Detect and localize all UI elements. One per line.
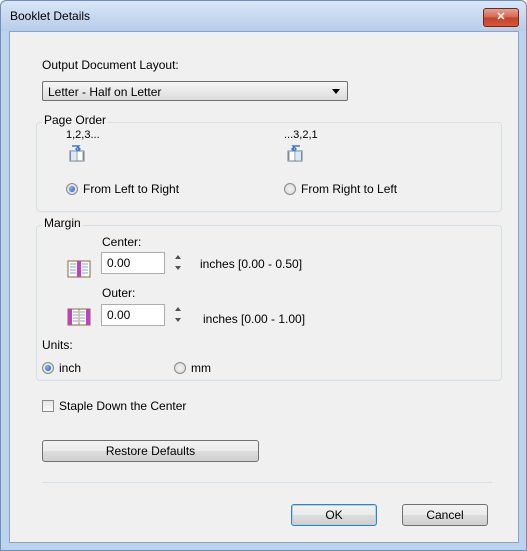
cancel-button[interactable]: Cancel <box>402 504 488 526</box>
book-ltr-icon <box>69 145 85 162</box>
page-order-title: Page Order <box>42 113 109 127</box>
ltr-label[interactable]: From Left to Right <box>83 182 179 196</box>
units-mm-label[interactable]: mm <box>191 361 211 375</box>
booklet-details-dialog: Booklet Details ✕ Output Document Layout… <box>0 0 527 551</box>
close-icon: ✕ <box>496 11 506 23</box>
center-margin-input[interactable]: 0.00 <box>101 252 165 274</box>
dialog-title: Booklet Details <box>10 9 91 23</box>
page-order-group <box>36 122 502 212</box>
restore-defaults-button[interactable]: Restore Defaults <box>42 440 259 462</box>
units-inch-radio[interactable] <box>42 362 54 374</box>
staple-checkbox[interactable] <box>42 400 54 412</box>
ok-button[interactable]: OK <box>291 504 377 526</box>
chevron-down-icon <box>332 89 340 94</box>
dialog-body: Output Document Layout: Letter - Half on… <box>9 31 519 543</box>
center-margin-stepper[interactable] <box>172 252 185 274</box>
outer-margin-input[interactable]: 0.00 <box>101 304 165 326</box>
units-mm-radio[interactable] <box>174 362 186 374</box>
outer-range-label: inches [0.00 - 1.00] <box>203 312 306 326</box>
staple-label[interactable]: Staple Down the Center <box>59 399 186 413</box>
units-inch-label[interactable]: inch <box>59 361 81 375</box>
output-layout-label: Output Document Layout: <box>42 58 179 72</box>
spin-down-icon[interactable] <box>175 318 181 322</box>
divider <box>42 482 492 483</box>
close-button[interactable]: ✕ <box>483 8 519 27</box>
book-rtl-icon <box>287 145 303 162</box>
center-range-label: inches [0.00 - 0.50] <box>200 257 303 271</box>
margin-title: Margin <box>42 216 83 230</box>
spin-up-icon[interactable] <box>175 307 181 311</box>
rtl-radio[interactable] <box>284 183 296 195</box>
outer-margin-stepper[interactable] <box>172 304 185 326</box>
ltr-sequence-label: 1,2,3... <box>66 129 100 141</box>
title-bar[interactable]: Booklet Details ✕ <box>1 1 526 31</box>
spin-down-icon[interactable] <box>175 266 181 270</box>
center-margin-icon <box>67 260 91 278</box>
center-label: Center: <box>102 235 142 249</box>
rtl-label[interactable]: From Right to Left <box>301 182 397 196</box>
outer-label: Outer: <box>102 286 136 300</box>
outer-margin-icon <box>67 308 91 326</box>
units-label: Units: <box>42 338 73 352</box>
output-layout-select[interactable]: Letter - Half on Letter <box>42 81 348 101</box>
ltr-radio[interactable] <box>66 183 78 195</box>
rtl-sequence-label: ...3,2,1 <box>284 129 318 141</box>
output-layout-value: Letter - Half on Letter <box>48 85 162 99</box>
spin-up-icon[interactable] <box>175 255 181 259</box>
